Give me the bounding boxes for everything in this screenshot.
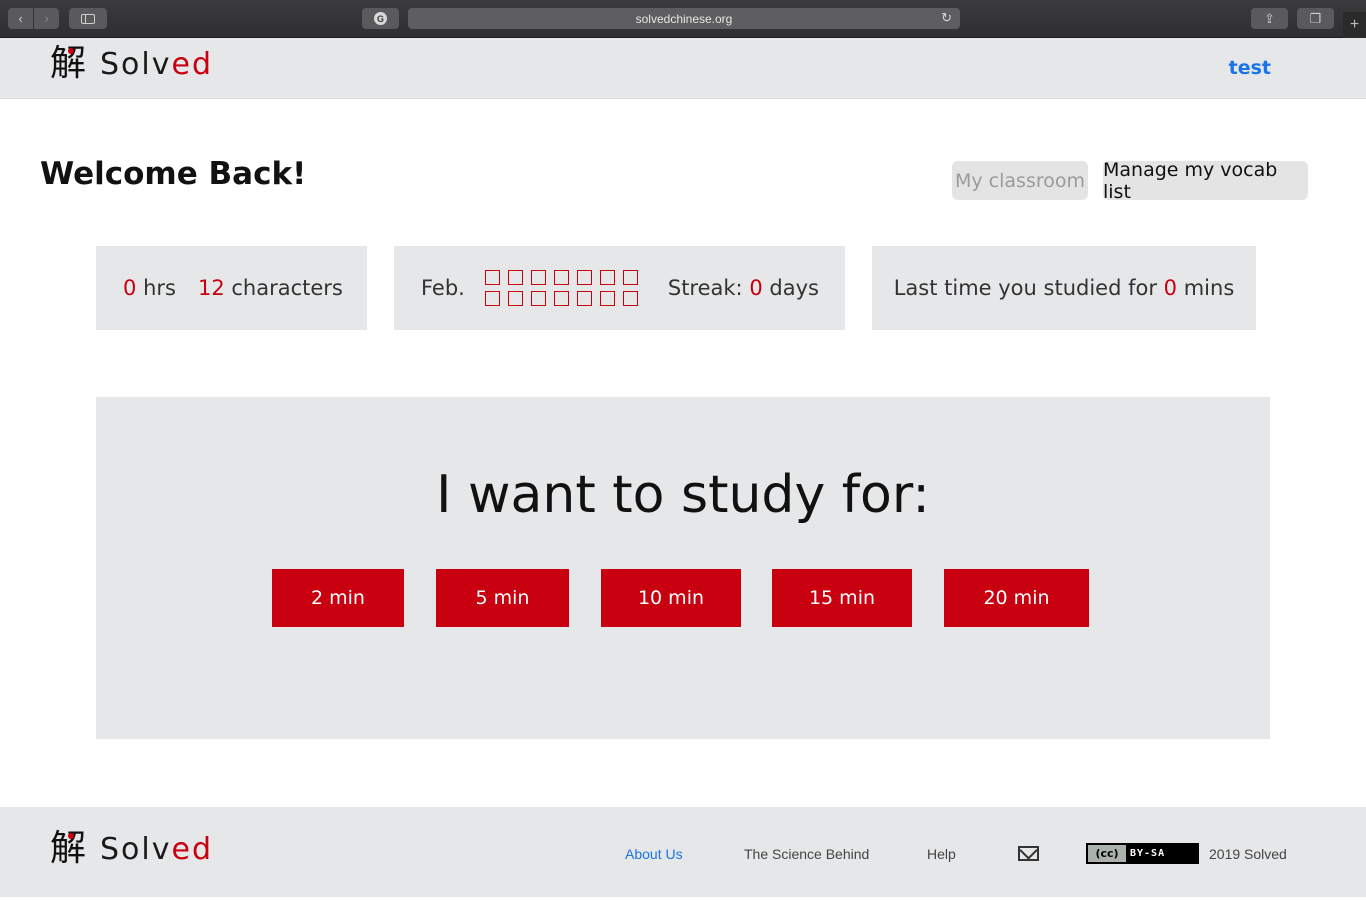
- streak-value: 0: [749, 276, 763, 300]
- footer-logo-word-start: Solv: [100, 831, 172, 867]
- new-tab-button[interactable]: +: [1343, 12, 1366, 38]
- forward-button[interactable]: ›: [34, 8, 59, 29]
- study-15-min-button[interactable]: 15 min: [772, 569, 912, 627]
- study-2-min-button[interactable]: 2 min: [272, 569, 404, 627]
- page-title: Welcome Back!: [40, 156, 307, 192]
- calendar-day: [576, 270, 592, 285]
- chevron-right-icon: ›: [44, 11, 49, 26]
- logo[interactable]: 解 Solved: [50, 46, 213, 82]
- calendar-day: [484, 270, 500, 285]
- sidebar-icon: [81, 13, 95, 24]
- share-icon: ⇪: [1264, 10, 1275, 26]
- url-text: solvedchinese.org: [635, 11, 733, 26]
- footer-logo-dot: [68, 833, 74, 839]
- stat-streak-card: Feb. Streak: 0 days: [394, 246, 845, 330]
- extension-button[interactable]: G: [362, 8, 399, 29]
- calendar-day: [553, 270, 569, 285]
- extension-icon: G: [374, 12, 387, 25]
- last-session-label: Last time you studied for: [893, 276, 1157, 300]
- logo-word-start: Solv: [100, 46, 172, 82]
- study-heading: I want to study for:: [436, 465, 930, 525]
- last-session-value: 0: [1163, 276, 1178, 300]
- study-5-min-button[interactable]: 5 min: [436, 569, 569, 627]
- calendar-day: [507, 270, 523, 285]
- study-20-min-button[interactable]: 20 min: [944, 569, 1089, 627]
- my-classroom-button[interactable]: My classroom: [952, 161, 1088, 200]
- calendar-day: [484, 291, 500, 306]
- calendar-day: [507, 291, 523, 306]
- logo-dot: [68, 48, 74, 54]
- tabs-icon: ❐: [1309, 10, 1322, 26]
- characters-unit: characters: [231, 276, 343, 300]
- streak-label: Streak:: [667, 276, 743, 300]
- stat-total-card: 0 hrs 12 characters: [96, 246, 367, 330]
- streak-text: Streak: 0 days: [668, 276, 819, 300]
- footer-logo-wordmark: Solved: [100, 832, 213, 867]
- tabs-overview-button[interactable]: ❐: [1297, 8, 1334, 29]
- user-menu-link[interactable]: test: [1229, 57, 1271, 79]
- reload-icon[interactable]: ↻: [941, 10, 952, 26]
- cc-license-badge[interactable]: (cc) BY-SA: [1086, 843, 1199, 864]
- license-type: BY-SA: [1130, 848, 1166, 859]
- chevron-left-icon: ‹: [18, 11, 23, 26]
- footer-help-link[interactable]: Help: [927, 846, 956, 862]
- study-panel: I want to study for: 2 min 5 min 10 min …: [96, 397, 1270, 739]
- streak-unit: days: [769, 276, 819, 300]
- calendar-day: [622, 291, 638, 306]
- share-button[interactable]: ⇪: [1251, 8, 1288, 29]
- calendar-day: [530, 270, 546, 285]
- hours-unit: hrs: [143, 276, 176, 300]
- calendar-day: [530, 291, 546, 306]
- last-session-unit: mins: [1183, 276, 1235, 300]
- browser-toolbar: ‹ › G solvedchinese.org ↻ ⇪ ❐ +: [0, 0, 1366, 38]
- site-header: 解 Solved test: [0, 38, 1366, 99]
- calendar-day: [553, 291, 569, 306]
- logo-word-end: ed: [171, 46, 214, 82]
- stat-last-session-card: Last time you studied for 0 mins: [872, 246, 1256, 330]
- characters-value: 12: [197, 276, 225, 300]
- logo-wordmark: Solved: [100, 47, 213, 82]
- calendar-grid: [484, 270, 638, 306]
- footer-logo[interactable]: 解 Solved: [50, 831, 213, 867]
- calendar-day: [576, 291, 592, 306]
- sidebar-toggle-button[interactable]: [69, 8, 107, 29]
- manage-vocab-button[interactable]: Manage my vocab list: [1103, 159, 1308, 203]
- plus-icon: +: [1349, 16, 1360, 33]
- calendar-day: [622, 270, 638, 285]
- calendar-day: [599, 291, 615, 306]
- footer-science-link[interactable]: The Science Behind: [744, 846, 869, 862]
- footer-about-link[interactable]: About Us: [625, 846, 683, 862]
- logo-glyph: 解: [50, 46, 86, 82]
- calendar-month: Feb.: [421, 276, 465, 300]
- hours-value: 0: [123, 276, 137, 300]
- copyright-text: 2019 Solved: [1209, 846, 1287, 862]
- footer-logo-glyph: 解: [50, 831, 86, 867]
- address-bar[interactable]: solvedchinese.org ↻: [408, 8, 960, 29]
- mail-icon[interactable]: [1018, 846, 1039, 861]
- calendar-day: [599, 270, 615, 285]
- site-footer: 解 Solved About Us The Science Behind Hel…: [0, 807, 1366, 897]
- back-button[interactable]: ‹: [8, 8, 33, 29]
- cc-icon: (cc): [1088, 845, 1126, 862]
- footer-logo-word-end: ed: [171, 831, 214, 867]
- study-10-min-button[interactable]: 10 min: [601, 569, 741, 627]
